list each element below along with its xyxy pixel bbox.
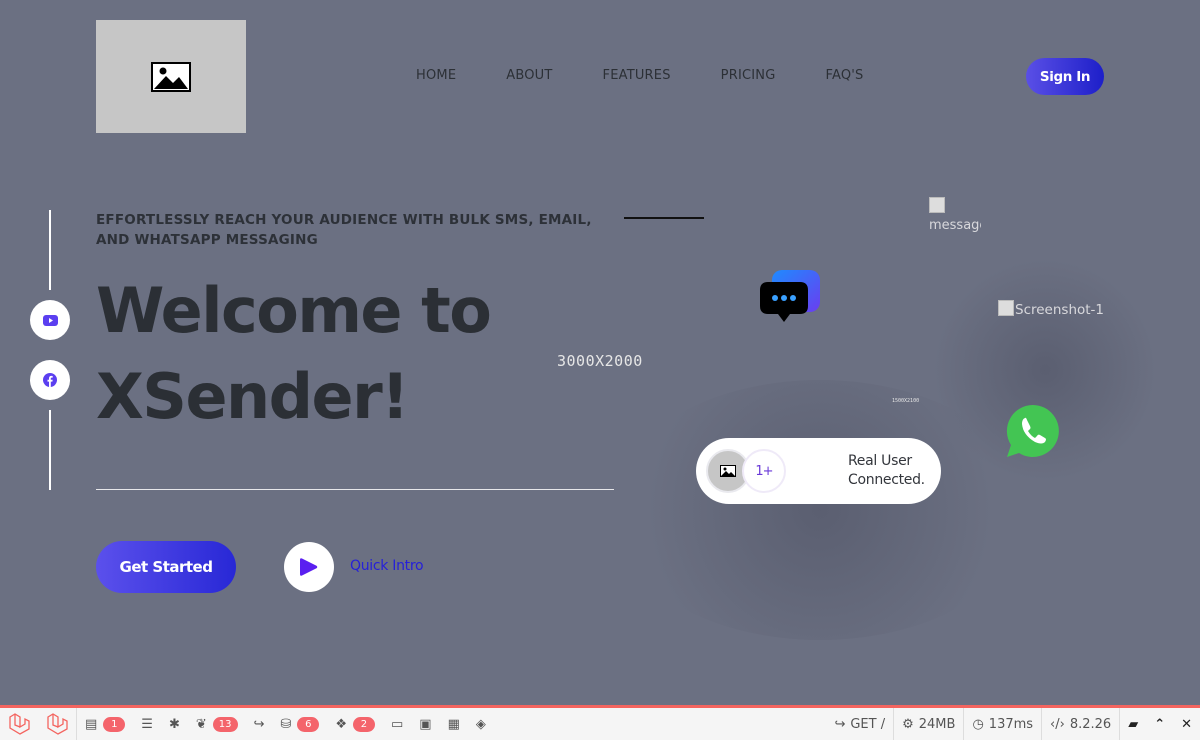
nav-home[interactable]: HOME [416, 68, 456, 83]
laravel-icon [9, 713, 30, 735]
hero-eyebrow: EFFORTLESSLY REACH YOUR AUDIENCE WITH BU… [96, 212, 592, 248]
hero-divider [96, 489, 614, 490]
play-button[interactable] [284, 542, 334, 592]
debugbar-memory[interactable]: ⚙ 24MB [894, 708, 963, 740]
debugbar-php-version[interactable]: ‹/› 8.2.26 [1042, 708, 1119, 740]
nav-faqs[interactable]: FAQ'S [826, 68, 864, 83]
get-started-button[interactable]: Get Started [96, 541, 236, 593]
debugbar-queries-tab[interactable]: ⛁ 6 [272, 708, 327, 740]
leaf-icon: ❦ [195, 716, 207, 732]
youtube-icon [42, 314, 58, 326]
message-image: message [929, 197, 981, 237]
site-logo[interactable] [96, 20, 246, 133]
main-nav: HOME ABOUT FEATURES PRICING FAQ'S [416, 68, 914, 83]
share-icon: ↪ [834, 716, 846, 732]
nav-about[interactable]: ABOUT [506, 68, 552, 83]
hero-image-placeholder: 3000X2000 [557, 352, 643, 370]
debugbar-timeline-tab[interactable]: ☰ [133, 708, 161, 740]
debugbar-time[interactable]: ◷ 137ms [964, 708, 1041, 740]
php-version-text: 8.2.26 [1069, 716, 1112, 732]
cubes-icon: ❖ [335, 716, 347, 732]
chat-illustration [760, 270, 822, 332]
debugbar-mails-tab[interactable]: ▭ [383, 708, 411, 740]
user-card-label: Real User Connected. [848, 453, 925, 488]
chat-bubble-icon [760, 270, 820, 322]
debugbar-session-tab[interactable]: ▦ [440, 708, 468, 740]
debugbar-views-tab[interactable]: ❦ 13 [188, 708, 246, 740]
list-icon: ▤ [85, 716, 98, 732]
small-image-placeholder: 1500X2100 [892, 398, 920, 404]
folder-open-icon: ▰ [1128, 716, 1139, 732]
debugbar-tags-tab[interactable]: ◈ [468, 708, 494, 740]
debugbar-route-tab[interactable]: ↪ [246, 708, 273, 740]
debugbar-route-info[interactable]: ↪ GET / [826, 708, 893, 740]
debugbar-request-tab[interactable]: ▣ [411, 708, 439, 740]
eyebrow-divider [624, 217, 704, 219]
window-icon: ▣ [419, 716, 432, 732]
social-line-top [49, 210, 51, 290]
time-text: 137ms [988, 716, 1034, 732]
screenshot-image: Screenshot-1 [998, 300, 1108, 318]
inbox-icon: ▭ [390, 716, 404, 732]
database-icon: ⛁ [280, 716, 292, 732]
user-count-badge: 1+ [742, 449, 786, 493]
close-icon: ✕ [1181, 716, 1192, 732]
code-icon: ‹/› [1050, 716, 1065, 732]
whatsapp-icon [1006, 404, 1059, 457]
clock-icon: ◷ [972, 716, 984, 732]
facebook-link[interactable] [30, 360, 70, 400]
debugbar-exceptions-tab[interactable]: ✱ [161, 708, 188, 740]
facebook-icon [43, 373, 57, 387]
screenshot-image-alt: Screenshot-1 [1015, 302, 1105, 318]
align-left-icon: ☰ [141, 716, 153, 732]
queries-count-badge: 6 [297, 716, 320, 732]
route-text: GET / [850, 716, 886, 732]
debugbar-messages-tab[interactable]: ▤ 1 [77, 708, 133, 740]
hero-headline: Welcome to XSender! [96, 274, 492, 433]
real-users-card: 1+ Real User Connected. [696, 438, 941, 504]
debugbar-minimize-button[interactable]: ⌃ [1146, 708, 1173, 740]
youtube-link[interactable] [30, 300, 70, 340]
cogs-icon: ⚙ [902, 716, 914, 732]
play-icon [300, 558, 318, 576]
message-image-alt: message [929, 218, 981, 233]
debugbar-stats: ↪ GET / ⚙ 24MB ◷ 137ms ‹/› 8.2.26 ▰ ⌃ ✕ [826, 708, 1200, 740]
debugbar-logo[interactable] [0, 708, 38, 740]
broken-image-icon [998, 300, 1014, 316]
archive-icon: ▦ [447, 716, 460, 732]
memory-text: 24MB [918, 716, 956, 732]
bug-icon: ✱ [168, 716, 180, 732]
debug-bar: ▤ 1 ☰ ✱ ❦ 13 ↪ ⛁ 6 ❖ 2 ▭ ▣ ▦ ◈ ↪ GET / ⚙… [0, 705, 1200, 740]
debugbar-open-button[interactable]: ▰ [1120, 708, 1146, 740]
image-placeholder-icon [720, 465, 736, 477]
tags-icon: ◈ [475, 716, 486, 732]
social-line-bottom [49, 410, 51, 490]
debugbar-models-tab[interactable]: ❖ 2 [327, 708, 383, 740]
quick-intro-link[interactable]: Quick Intro [350, 558, 424, 574]
messages-count-badge: 1 [103, 716, 126, 732]
chevron-up-icon: ⌃ [1154, 716, 1166, 732]
views-count-badge: 13 [212, 716, 238, 732]
nav-pricing[interactable]: PRICING [721, 68, 776, 83]
nav-features[interactable]: FEATURES [603, 68, 671, 83]
sign-in-button[interactable]: Sign In [1026, 58, 1104, 95]
broken-image-icon [929, 197, 945, 213]
debugbar-laravel-tab[interactable] [38, 708, 76, 740]
laravel-icon [47, 713, 68, 735]
models-count-badge: 2 [352, 716, 375, 732]
share-icon: ↪ [253, 716, 265, 732]
whatsapp-badge[interactable] [1005, 403, 1061, 464]
image-placeholder-icon [151, 61, 191, 92]
debugbar-close-button[interactable]: ✕ [1173, 708, 1200, 740]
